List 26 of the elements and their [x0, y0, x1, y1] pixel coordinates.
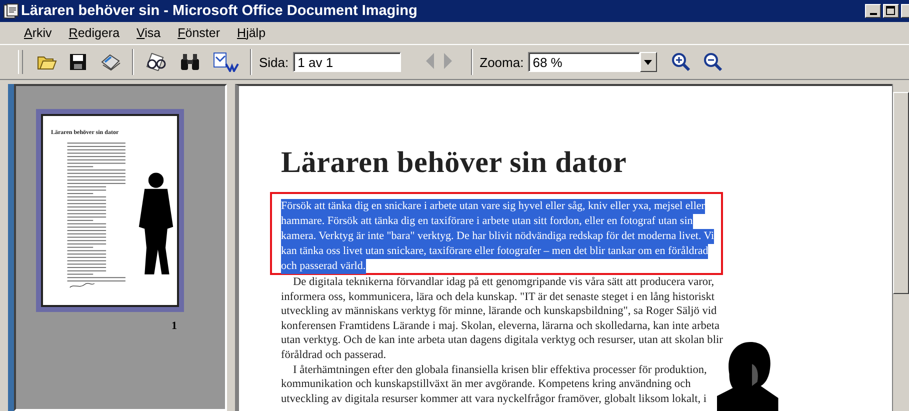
page-number: 1 — [172, 320, 177, 332]
menu-item[interactable]: Fönster — [170, 26, 230, 40]
vertical-scrollbar[interactable] — [892, 84, 909, 411]
maximize-button[interactable] — [883, 4, 899, 18]
send-to-word-icon[interactable] — [213, 50, 239, 74]
menu-item[interactable]: Visa — [128, 26, 170, 40]
window-title: Läraren behöver sin - Microsoft Office Document Imaging — [21, 3, 418, 19]
dropdown-button[interactable] — [640, 52, 657, 72]
document-heading: Läraren behöver sin dator — [281, 146, 628, 180]
minimize-button[interactable] — [865, 4, 881, 18]
page-field[interactable]: 1 av 1 — [292, 52, 401, 72]
paragraph: Försök att tänka dig en snickare i arbete utan vare sig hyvel eller såg, kniv eller yxa, mejsel eller hammare. Försök att tänka dig en taxiförare i arbete utan sitt fordon, eller en fotograf utan sin kamera. Verktyg är inte "bara" verktyg. De har blivit nödvändiga redskap för det moderna livet. Vi kan tänka oss livet utan snickare, taxiförare eller fotografer – men det blir tankar om en föråldrad och passerad värld. — [281, 199, 714, 274]
maximize-icon — [886, 6, 896, 16]
paragraph: De digitala teknikerna förvandlar idag på ett genomgripande vis våra sätt att producera varor, informera oss, kommunicera, lära och dela kunskap. "IT är det senaste steget i en lång historiskt utveckling av människans verktyg för minne, lärande och kunskapsbildning", sa Roger Säljö vid konferensen Framtidens Lärande i maj. Skolan, eleverna, lärarna och skolledarna, kan inte arbeta utan verktyg. Och de kan inte arbeta utan dagens digitala verktyg och resurser, utan att skolan blir föråldrad och passerad. — [281, 275, 723, 363]
zoom-out-icon[interactable] — [702, 50, 723, 74]
zoom-label: Zooma: — [480, 54, 524, 70]
paragraph: I återhämtningen efter den globala finansiella krisen blir effektiva processer för produktion, kommunikation och kunskapstillväxt än mer avgörande. Kompetens kring användning och utveckling av digitala resurser kommer att vara nyckelfrågor framöver, globalt liksom lokalt, i — [281, 362, 707, 406]
minimize-icon — [870, 13, 876, 15]
menu-item[interactable]: Arkiv — [16, 26, 61, 40]
zoom-field[interactable]: 68 % — [528, 52, 640, 72]
menu-item[interactable]: Hjälp — [229, 26, 275, 40]
caret-icon — [644, 60, 652, 64]
document-icon — [3, 3, 19, 19]
page-label: Sida: — [259, 54, 289, 70]
menu-item[interactable]: Redigera — [60, 26, 129, 40]
zoom-in-icon[interactable] — [670, 50, 691, 74]
